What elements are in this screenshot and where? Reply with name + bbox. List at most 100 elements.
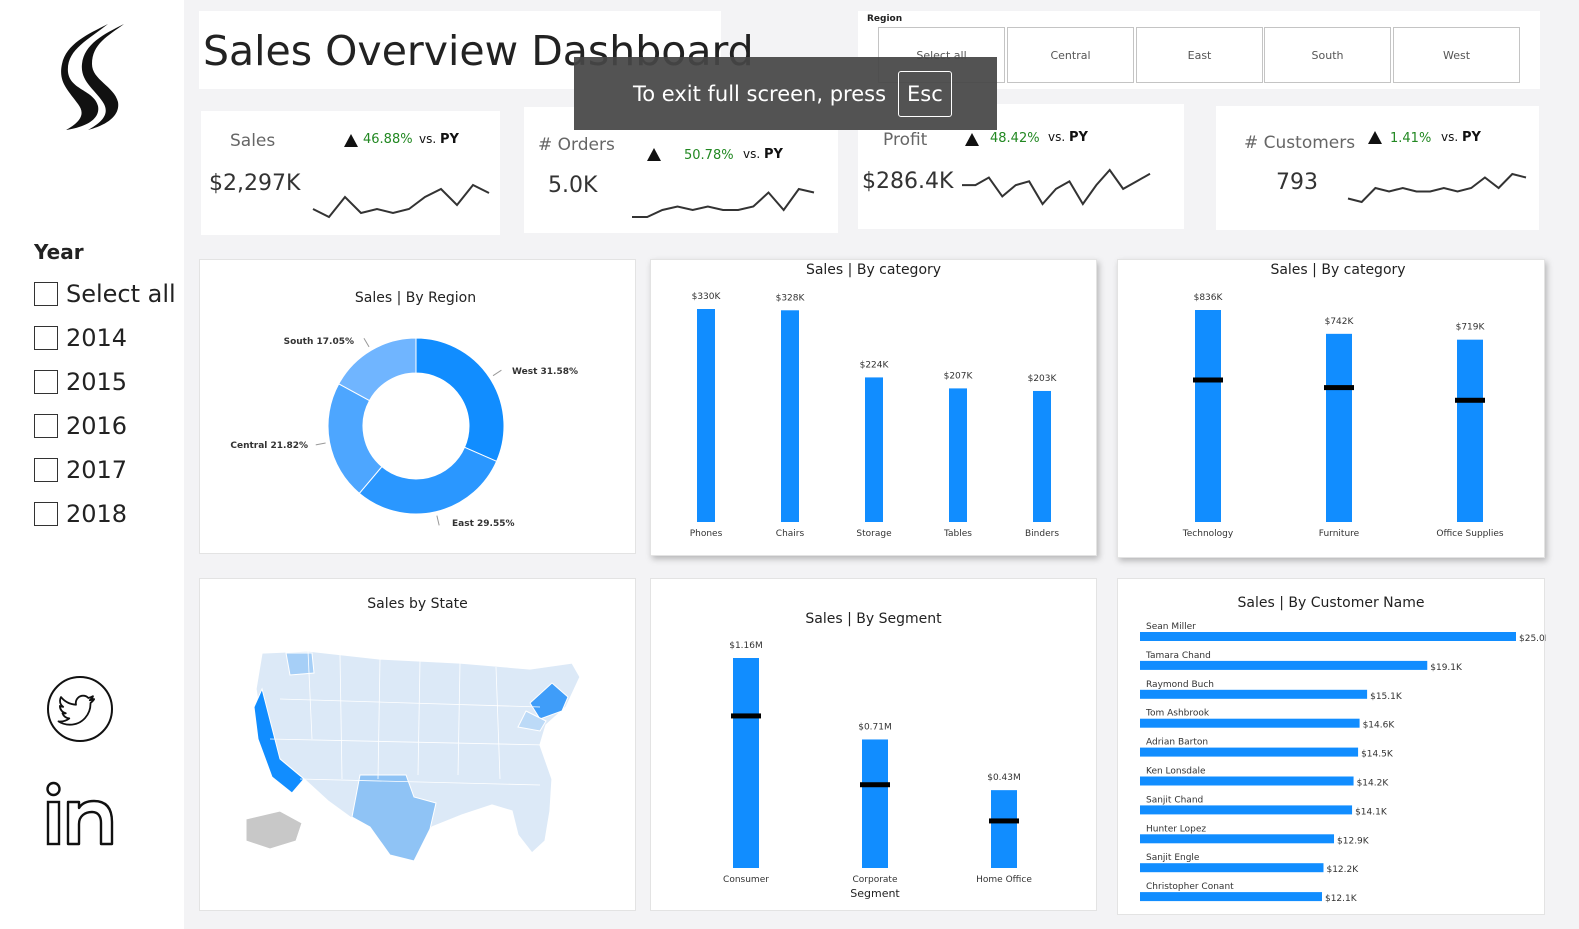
bar-data-label: $836K bbox=[1194, 293, 1224, 303]
kpi-comparison: vs. PY bbox=[1441, 130, 1481, 145]
bar bbox=[1033, 390, 1051, 522]
year-option-2014[interactable]: 2014 bbox=[34, 316, 176, 360]
subcategory-bar-chart: $330K Phones $328K Chairs $224K Storage $207K T… bbox=[690, 292, 1060, 539]
bar bbox=[1140, 892, 1322, 902]
trend-up-icon bbox=[344, 134, 358, 147]
toast-text: To exit full screen, press bbox=[633, 81, 887, 106]
leader-line bbox=[436, 515, 440, 526]
bar-data-label: $0.43M bbox=[987, 773, 1021, 783]
leader-line bbox=[492, 369, 502, 377]
sparkline bbox=[1347, 172, 1527, 204]
year-option-2017[interactable]: 2017 bbox=[34, 448, 176, 492]
kpi-vs-text: vs. bbox=[743, 147, 761, 161]
region-button-central[interactable]: Central bbox=[1007, 27, 1134, 83]
checkbox[interactable] bbox=[34, 458, 58, 482]
customer-name-label: Sanjit Engle bbox=[1146, 853, 1200, 863]
segment-bar-chart: $1.16M Consumer $0.71M Corporate $0.43M Home … bbox=[723, 641, 1032, 900]
customer-name-label: Raymond Buch bbox=[1146, 680, 1214, 690]
sidebar: Year Select all 2014 2015 2016 2017 2018 bbox=[0, 0, 184, 929]
year-option-2018[interactable]: 2018 bbox=[34, 492, 176, 536]
bar-data-label: $19.1K bbox=[1430, 663, 1463, 673]
customer-name-label: Hunter Lopez bbox=[1146, 824, 1206, 834]
bar-data-label: $742K bbox=[1325, 317, 1355, 327]
category-bar-chart: $836K Technology $742K Furniture $719K Office… bbox=[1182, 293, 1504, 539]
kpi-value: 793 bbox=[1276, 170, 1318, 195]
bar bbox=[949, 388, 967, 522]
bar bbox=[781, 310, 799, 522]
customer-name-label: Christopher Conant bbox=[1146, 882, 1234, 892]
year-option-label: 2018 bbox=[66, 500, 128, 528]
customer-name-label: Adrian Barton bbox=[1146, 738, 1208, 748]
bar bbox=[865, 377, 883, 522]
data-label: East 29.55% bbox=[452, 519, 515, 529]
bar-data-label: $330K bbox=[692, 292, 722, 302]
linkedin-icon[interactable] bbox=[46, 780, 116, 848]
bar bbox=[1457, 339, 1483, 522]
kpi-vs-text: vs. bbox=[419, 132, 437, 146]
year-option-label: 2014 bbox=[66, 324, 128, 352]
kpi-label: Profit bbox=[883, 130, 928, 150]
checkbox[interactable] bbox=[34, 414, 58, 438]
bar-data-label: $203K bbox=[1028, 374, 1058, 384]
checkbox[interactable] bbox=[34, 502, 58, 526]
category-label: Home Office bbox=[976, 875, 1032, 885]
bar-data-label: $1.16M bbox=[729, 641, 763, 651]
year-filter-list: Select all 2014 2015 2016 2017 2018 bbox=[34, 272, 176, 536]
category-label: Office Supplies bbox=[1436, 529, 1504, 539]
dashboard: Year Select all 2014 2015 2016 2017 2018… bbox=[0, 0, 1579, 929]
category-label: Binders bbox=[1025, 529, 1059, 539]
category-label: Storage bbox=[856, 529, 892, 539]
region-button-west[interactable]: West bbox=[1393, 27, 1520, 83]
bar-data-label: $25.0K bbox=[1519, 634, 1546, 644]
year-option-label: 2015 bbox=[66, 368, 128, 396]
target-marker bbox=[1324, 385, 1354, 391]
esc-key: Esc bbox=[898, 70, 952, 117]
sparkline-path bbox=[632, 187, 815, 218]
kpi-vs-text: vs. bbox=[1441, 130, 1459, 144]
kpi-card-sales: Sales 46.88% vs. PY $2,297K bbox=[201, 111, 500, 235]
sparkline-path bbox=[312, 183, 490, 219]
segment-chart-card: Sales | By Segment $1.16M Consumer $0.71M C… bbox=[650, 578, 1097, 911]
category-label: Consumer bbox=[723, 875, 769, 885]
kpi-py-text: PY bbox=[764, 147, 783, 162]
customer-name-label: Sean Miller bbox=[1146, 622, 1196, 632]
kpi-change: 50.78% bbox=[684, 148, 734, 163]
kpi-py-text: PY bbox=[1462, 130, 1481, 145]
target-marker bbox=[989, 818, 1019, 824]
bar bbox=[1140, 632, 1516, 641]
kpi-change: 1.41% bbox=[1390, 131, 1432, 146]
bar bbox=[862, 739, 888, 868]
kpi-py-text: PY bbox=[1069, 130, 1088, 145]
bar-data-label: $207K bbox=[944, 371, 974, 381]
customer-bar-chart: Sean Miller $25.0K Tamara Chand $19.1K Raymo… bbox=[1140, 622, 1546, 904]
region-filter-title: Region bbox=[867, 14, 903, 24]
region-button-east[interactable]: East bbox=[1136, 27, 1263, 83]
twitter-icon[interactable] bbox=[46, 675, 114, 743]
subcategory-chart-card: Sales | By category $330K Phones $328K Chai… bbox=[650, 259, 1097, 556]
year-filter-title: Year bbox=[34, 240, 84, 264]
year-option-label: 2016 bbox=[66, 412, 128, 440]
sparkline bbox=[312, 183, 490, 219]
leader-line bbox=[363, 338, 370, 348]
bar bbox=[733, 658, 759, 868]
checkbox[interactable] bbox=[34, 282, 58, 306]
bar-data-label: $12.2K bbox=[1326, 865, 1359, 875]
bar-data-label: $15.1K bbox=[1370, 692, 1403, 702]
region-button-south[interactable]: South bbox=[1264, 27, 1391, 83]
bar bbox=[1140, 747, 1359, 757]
checkbox[interactable] bbox=[34, 370, 58, 394]
checkbox[interactable] bbox=[34, 326, 58, 350]
us-state-map[interactable] bbox=[200, 579, 637, 912]
bar-data-label: $14.6K bbox=[1363, 721, 1396, 731]
year-option-2015[interactable]: 2015 bbox=[34, 360, 176, 404]
category-label: Technology bbox=[1182, 529, 1234, 539]
year-option-2016[interactable]: 2016 bbox=[34, 404, 176, 448]
bar-data-label: $12.1K bbox=[1325, 894, 1358, 904]
fullscreen-toast: To exit full screen, press Esc bbox=[574, 57, 997, 130]
kpi-comparison: vs. PY bbox=[743, 147, 783, 162]
kpi-card-customers: # Customers 1.41% vs. PY 793 bbox=[1216, 106, 1539, 230]
year-option-select-all[interactable]: Select all bbox=[34, 272, 176, 316]
sparkline bbox=[632, 187, 815, 218]
bar-data-label: $0.71M bbox=[858, 722, 892, 732]
trend-up-icon bbox=[647, 148, 661, 161]
